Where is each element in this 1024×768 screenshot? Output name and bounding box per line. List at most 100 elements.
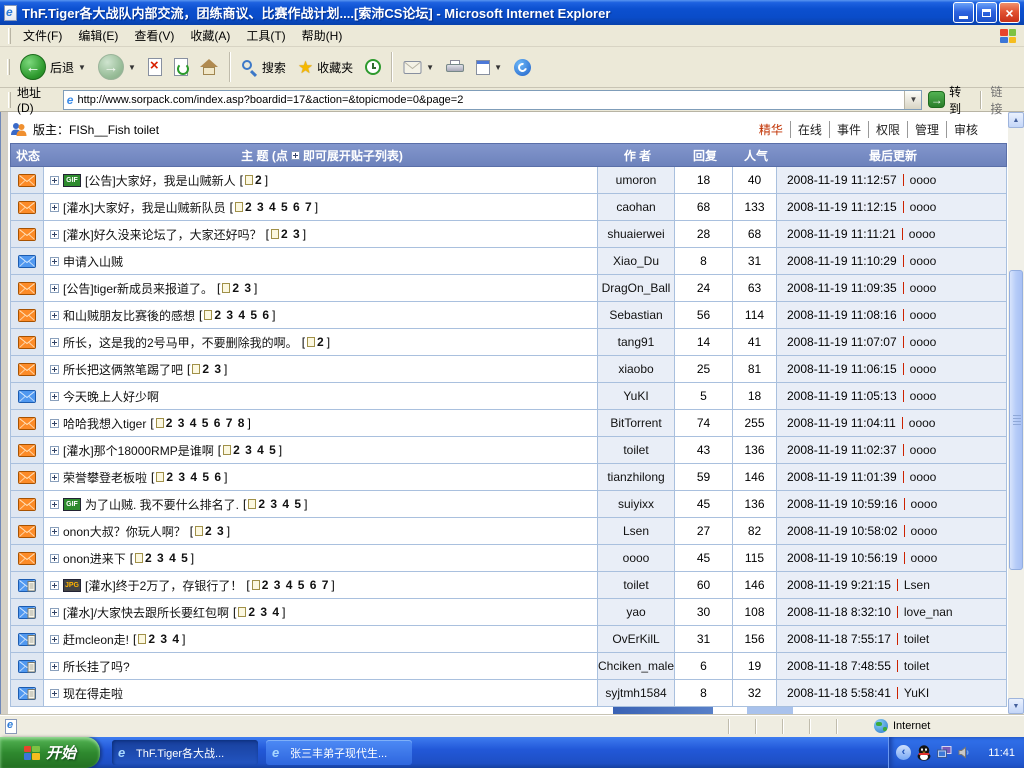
topic-title-link[interactable]: 今天晚上人好少啊 bbox=[63, 388, 159, 405]
page-number-links[interactable]: 2 3 4 5 bbox=[145, 551, 189, 565]
author-link[interactable]: oooo bbox=[623, 551, 650, 565]
author-link[interactable]: Sebastian bbox=[609, 308, 662, 322]
last-replier-link[interactable]: oooo bbox=[909, 416, 936, 430]
forward-button[interactable]: → ▼ bbox=[92, 49, 142, 85]
address-url[interactable]: http://www.sorpack.com/index.asp?boardid… bbox=[77, 94, 900, 106]
last-replier-link[interactable]: oooo bbox=[910, 200, 937, 214]
author-link[interactable]: suiyixx bbox=[618, 497, 654, 511]
expand-topic-icon[interactable] bbox=[50, 608, 59, 617]
author-link[interactable]: xiaobo bbox=[618, 362, 653, 376]
search-button[interactable]: 搜索 bbox=[235, 49, 292, 85]
author-link[interactable]: umoron bbox=[616, 173, 657, 187]
scrollbar-thumb[interactable] bbox=[1009, 270, 1023, 570]
address-dropdown-button[interactable]: ▼ bbox=[904, 91, 921, 109]
taskbar-task-current[interactable]: ThF.Tiger各大战... bbox=[112, 740, 258, 765]
menu-item-file[interactable]: 文件(F) bbox=[15, 24, 70, 47]
page-number-links[interactable]: 2 3 4 5 6 bbox=[214, 308, 270, 322]
restore-button[interactable] bbox=[976, 2, 997, 23]
last-replier-link[interactable]: oooo bbox=[911, 497, 938, 511]
menu-item-tools[interactable]: 工具(T) bbox=[238, 24, 293, 47]
home-button[interactable] bbox=[194, 49, 225, 85]
stop-button[interactable] bbox=[142, 49, 168, 85]
scroll-up-arrow[interactable]: ▲ bbox=[1008, 112, 1024, 128]
last-replier-link[interactable]: oooo bbox=[910, 335, 937, 349]
last-replier-link[interactable]: oooo bbox=[910, 389, 937, 403]
topic-title-link[interactable]: 赶mcleon走! bbox=[63, 631, 129, 648]
mail-button[interactable]: ▼ bbox=[397, 49, 440, 85]
page-number-links[interactable]: 2 3 bbox=[232, 281, 252, 295]
last-replier-link[interactable]: oooo bbox=[909, 227, 936, 241]
topic-title-link[interactable]: onon进来下 bbox=[63, 550, 126, 567]
expand-topic-icon[interactable] bbox=[50, 662, 59, 671]
author-link[interactable]: tang91 bbox=[618, 335, 655, 349]
author-link[interactable]: yao bbox=[626, 605, 645, 619]
expand-topic-icon[interactable] bbox=[50, 554, 59, 563]
author-link[interactable]: Xiao_Du bbox=[613, 254, 659, 268]
nav-link-audit[interactable]: 审核 bbox=[946, 121, 985, 138]
expand-topic-icon[interactable] bbox=[50, 419, 59, 428]
topic-title-link[interactable]: 哈哈我想入tiger bbox=[63, 415, 146, 432]
expand-topic-icon[interactable] bbox=[50, 500, 59, 509]
volume-speaker-icon[interactable] bbox=[958, 746, 971, 759]
page-number-links[interactable]: 2 3 4 bbox=[248, 605, 280, 619]
author-link[interactable]: DragOn_Ball bbox=[602, 281, 671, 295]
topic-title-link[interactable]: [灌水]大家好，我是山贼新队员 bbox=[63, 199, 226, 216]
history-button[interactable] bbox=[359, 49, 387, 85]
expand-topic-icon[interactable] bbox=[50, 284, 59, 293]
page-number-links[interactable]: 2 3 bbox=[205, 524, 225, 538]
nav-link-manage[interactable]: 管理 bbox=[907, 121, 946, 138]
last-replier-link[interactable]: oooo bbox=[911, 524, 938, 538]
author-link[interactable]: caohan bbox=[616, 200, 655, 214]
expand-topic-icon[interactable] bbox=[50, 527, 59, 536]
expand-topic-icon[interactable] bbox=[50, 338, 59, 347]
topic-title-link[interactable]: [灌水]终于2万了，存银行了！ bbox=[85, 577, 242, 594]
page-number-links[interactable]: 2 3 4 5 6 7 bbox=[245, 200, 313, 214]
nav-link-online[interactable]: 在线 bbox=[790, 121, 829, 138]
go-button[interactable]: → 转到 bbox=[922, 89, 978, 111]
topic-title-link[interactable]: [灌水]/大家快去跟所长要红包啊 bbox=[63, 604, 229, 621]
expand-topic-icon[interactable] bbox=[50, 365, 59, 374]
back-dropdown-icon[interactable]: ▼ bbox=[78, 63, 86, 72]
last-replier-link[interactable]: YuKI bbox=[904, 686, 929, 700]
expand-topic-icon[interactable] bbox=[50, 311, 59, 320]
author-link[interactable]: syjtmh1584 bbox=[605, 686, 666, 700]
scroll-down-arrow[interactable]: ▼ bbox=[1008, 698, 1024, 714]
author-link[interactable]: OvErKilL bbox=[612, 632, 659, 646]
topic-title-link[interactable]: 所长挂了吗? bbox=[63, 658, 130, 675]
tray-collapse-icon[interactable]: ‹ bbox=[896, 745, 911, 760]
last-replier-link[interactable]: love_nan bbox=[904, 605, 953, 619]
refresh-button[interactable] bbox=[168, 49, 194, 85]
expand-topic-icon[interactable] bbox=[50, 176, 59, 185]
topic-title-link[interactable]: [公告]大家好，我是山贼新人 bbox=[85, 172, 236, 189]
edit-dropdown-icon[interactable]: ▼ bbox=[494, 63, 502, 72]
vertical-scrollbar[interactable]: ▲ ▼ bbox=[1008, 112, 1024, 714]
page-number-links[interactable]: 2 3 4 bbox=[148, 632, 180, 646]
last-replier-link[interactable]: oooo bbox=[910, 254, 937, 268]
topic-title-link[interactable]: 和山贼朋友比赛後的感想 bbox=[63, 307, 195, 324]
page-number-links[interactable]: 2 bbox=[255, 173, 263, 187]
page-number-links[interactable]: 2 3 bbox=[281, 227, 301, 241]
author-link[interactable]: Lsen bbox=[623, 524, 649, 538]
page-number-links[interactable]: 2 3 bbox=[202, 362, 222, 376]
expand-topic-icon[interactable] bbox=[50, 473, 59, 482]
expand-topic-icon[interactable] bbox=[50, 581, 59, 590]
last-replier-link[interactable]: oooo bbox=[911, 551, 938, 565]
taskbar-clock[interactable]: 11:41 bbox=[988, 747, 1024, 759]
favorites-button[interactable]: ★ 收藏夹 bbox=[292, 49, 359, 85]
page-number-links[interactable]: 2 3 4 5 6 7 8 bbox=[166, 416, 246, 430]
last-replier-link[interactable]: oooo bbox=[910, 281, 937, 295]
author-link[interactable]: YuKI bbox=[623, 389, 648, 403]
last-replier-link[interactable]: Lsen bbox=[904, 578, 930, 592]
messenger-button[interactable] bbox=[508, 49, 537, 85]
topic-title-link[interactable]: onon大叔？你玩人啊？ bbox=[63, 523, 186, 540]
last-replier-link[interactable]: toilet bbox=[904, 659, 929, 673]
qq-penguin-icon[interactable] bbox=[917, 745, 931, 761]
network-monitors-icon[interactable] bbox=[937, 746, 952, 759]
expand-topic-icon[interactable] bbox=[50, 392, 59, 401]
topic-title-link[interactable]: 所长，这是我的2号马甲，不要删除我的啊。 bbox=[63, 334, 298, 351]
last-replier-link[interactable]: oooo bbox=[910, 470, 937, 484]
page-number-links[interactable]: 2 3 4 5 bbox=[258, 497, 302, 511]
nav-link-permissions[interactable]: 权限 bbox=[868, 121, 907, 138]
expand-topic-icon[interactable] bbox=[50, 635, 59, 644]
print-button[interactable] bbox=[440, 49, 470, 85]
